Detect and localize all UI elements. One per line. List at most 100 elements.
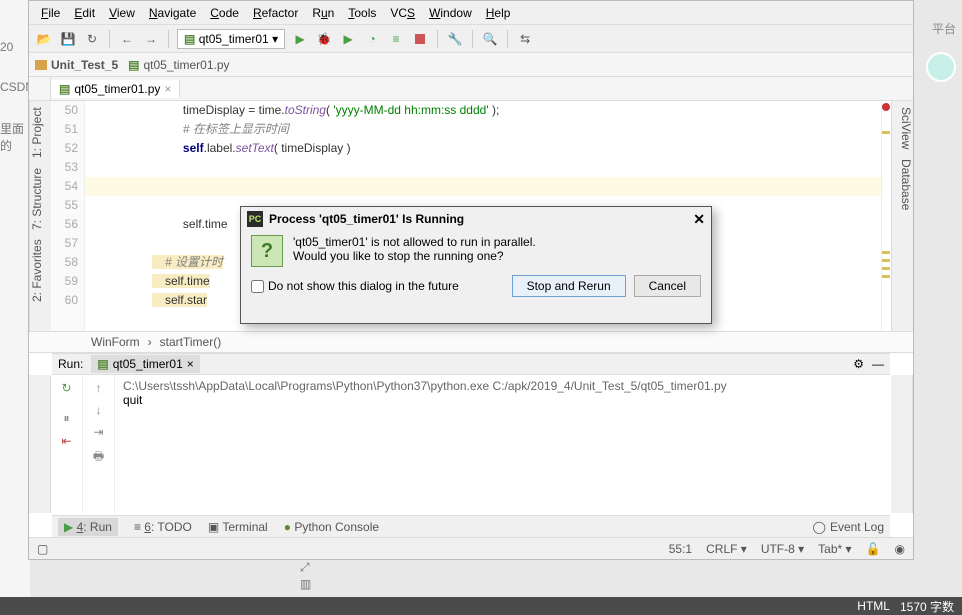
forward-icon[interactable]: → <box>142 30 160 48</box>
dialog-titlebar: PC Process 'qt05_timer01' Is Running ✕ <box>241 207 711 231</box>
warning-marker[interactable] <box>882 267 890 270</box>
console-line: quit <box>123 393 883 407</box>
refresh-icon[interactable]: ↻ <box>83 30 101 48</box>
sidebar-project[interactable]: 1: Project <box>30 107 51 158</box>
close-icon[interactable]: × <box>164 82 171 96</box>
run-config-combo[interactable]: ▤ qt05_timer01 ▾ <box>177 29 285 49</box>
ext-t2: CSDN <box>0 80 30 94</box>
minimize-icon[interactable]: — <box>872 357 884 371</box>
nav-project[interactable]: Unit_Test_5 <box>35 58 118 72</box>
left-toolwindow-bar[interactable]: 2: Favorites 7: Structure 1: Project <box>29 101 51 331</box>
back-icon[interactable]: ← <box>118 30 136 48</box>
sidebar-favorites[interactable]: 2: Favorites <box>30 240 51 303</box>
structure-icon[interactable]: ⇆ <box>516 30 534 48</box>
run-left-strip <box>29 375 51 513</box>
menubar: File Edit View Navigate Code Refactor Ru… <box>29 1 913 25</box>
error-stripe[interactable] <box>881 101 891 331</box>
warning-marker[interactable] <box>882 275 890 278</box>
menu-help[interactable]: Help <box>480 4 517 22</box>
coverage-icon[interactable]: ▶ <box>339 30 357 48</box>
run-icon[interactable]: ▶ <box>291 30 309 48</box>
warning-marker[interactable] <box>882 131 890 134</box>
warning-marker[interactable] <box>882 259 890 262</box>
breadcrumb-method[interactable]: startTimer() <box>160 335 222 349</box>
inspect-icon[interactable]: ◉ <box>895 542 905 556</box>
menu-vcs[interactable]: VCS <box>384 4 421 22</box>
expand-icon[interactable]: ⤢ <box>300 560 311 575</box>
editor-tab-bar: ▤ qt05_timer01.py × <box>29 77 913 101</box>
dont-show-checkbox[interactable]: Do not show this dialog in the future <box>251 279 459 293</box>
menu-run[interactable]: Run <box>306 4 340 22</box>
open-icon[interactable]: 📂 <box>35 30 53 48</box>
wrench-icon[interactable]: 🔧 <box>446 30 464 48</box>
layout-icon[interactable]: ▥ <box>300 577 311 591</box>
tab-run[interactable]: ▶ 4: Run <box>58 518 118 536</box>
exit-icon[interactable]: ⇤ <box>61 434 71 448</box>
cancel-button[interactable]: Cancel <box>634 275 701 297</box>
sidebar-database[interactable]: Database <box>892 159 913 210</box>
pause-icon[interactable]: ⏸ <box>63 411 69 426</box>
python-icon: ▤ <box>184 32 195 46</box>
up-icon[interactable]: ↑ <box>96 381 102 395</box>
tab-pyconsole[interactable]: ● Python Console <box>284 520 379 534</box>
nav-file[interactable]: ▤qt05_timer01.py <box>128 58 229 72</box>
stop-icon[interactable] <box>411 30 429 48</box>
run-tab[interactable]: ▤ qt05_timer01 × <box>91 355 199 373</box>
question-icon: ? <box>251 235 283 267</box>
status-pos[interactable]: 55:1 <box>669 542 692 556</box>
run-right-strip <box>891 375 913 513</box>
rerun-icon[interactable]: ↻ <box>61 381 71 395</box>
concurrency-icon[interactable]: ≡ <box>387 30 405 48</box>
status-tab[interactable]: Tab* ▾ <box>818 542 851 556</box>
sidebar-structure[interactable]: 7: Structure <box>30 168 51 230</box>
menu-tools[interactable]: Tools <box>342 4 382 22</box>
bottom-toolbar: ▶ 4: Run ≡ 6: TODO ▣ Terminal ● Python C… <box>52 515 890 537</box>
menu-navigate[interactable]: Navigate <box>143 4 202 22</box>
down-icon[interactable]: ↓ <box>96 403 102 417</box>
ext-t3: 里面的 <box>0 120 30 154</box>
gear-icon[interactable]: ⚙ <box>853 357 864 371</box>
process-running-dialog: PC Process 'qt05_timer01' Is Running ✕ ?… <box>240 206 712 324</box>
debug-icon[interactable]: 🐞 <box>315 30 333 48</box>
pycharm-icon: PC <box>247 211 263 227</box>
menu-view[interactable]: View <box>103 4 141 22</box>
sidebar-sciview[interactable]: SciView <box>892 107 913 149</box>
python-icon: ▤ <box>128 58 139 72</box>
breadcrumb: WinForm › startTimer() <box>29 331 913 353</box>
console-command: C:\Users\tssh\AppData\Local\Programs\Pyt… <box>123 379 883 393</box>
menu-file[interactable]: File <box>35 4 66 22</box>
editor-tab[interactable]: ▤ qt05_timer01.py × <box>51 80 180 98</box>
profile-icon[interactable]: ◔ <box>363 30 381 48</box>
menu-code[interactable]: Code <box>204 4 245 22</box>
menu-window[interactable]: Window <box>423 4 478 22</box>
avatar[interactable] <box>926 52 956 82</box>
close-icon[interactable]: ✕ <box>693 211 705 228</box>
footer-count: 1570 字数 <box>900 598 954 615</box>
checkbox-input[interactable] <box>251 280 264 293</box>
editor-tab-label: qt05_timer01.py <box>74 82 160 96</box>
page-footer: HTML 1570 字数 <box>0 597 962 615</box>
error-marker[interactable] <box>882 103 890 111</box>
dialog-title: Process 'qt05_timer01' Is Running <box>269 212 464 226</box>
warning-marker[interactable] <box>882 251 890 254</box>
lock-icon[interactable]: 🔓 <box>866 542 881 556</box>
console-output[interactable]: C:\Users\tssh\AppData\Local\Programs\Pyt… <box>115 375 891 513</box>
menu-refactor[interactable]: Refactor <box>247 4 304 22</box>
line-gutter: 5051525354555657585960 <box>51 101 85 331</box>
print-icon[interactable]: 🖶 <box>93 447 104 468</box>
tab-eventlog[interactable]: ◯ Event Log <box>813 520 884 534</box>
wrap-icon[interactable]: ⇥ <box>93 425 103 439</box>
window-icon[interactable]: ▢ <box>37 542 48 556</box>
save-icon[interactable]: 💾 <box>59 30 77 48</box>
close-icon[interactable]: × <box>187 357 194 371</box>
right-toolwindow-bar[interactable]: SciView Database <box>891 101 913 331</box>
tab-todo[interactable]: ≡ 6: TODO <box>134 520 192 534</box>
menu-edit[interactable]: Edit <box>68 4 101 22</box>
tab-terminal[interactable]: ▣ Terminal <box>208 520 268 534</box>
breadcrumb-class[interactable]: WinForm <box>91 335 140 349</box>
search-icon[interactable]: 🔍 <box>481 30 499 48</box>
status-crlf[interactable]: CRLF ▾ <box>706 542 747 556</box>
stop-and-rerun-button[interactable]: Stop and Rerun <box>512 275 626 297</box>
status-enc[interactable]: UTF-8 ▾ <box>761 542 804 556</box>
ext-t1: 20 <box>0 40 30 54</box>
